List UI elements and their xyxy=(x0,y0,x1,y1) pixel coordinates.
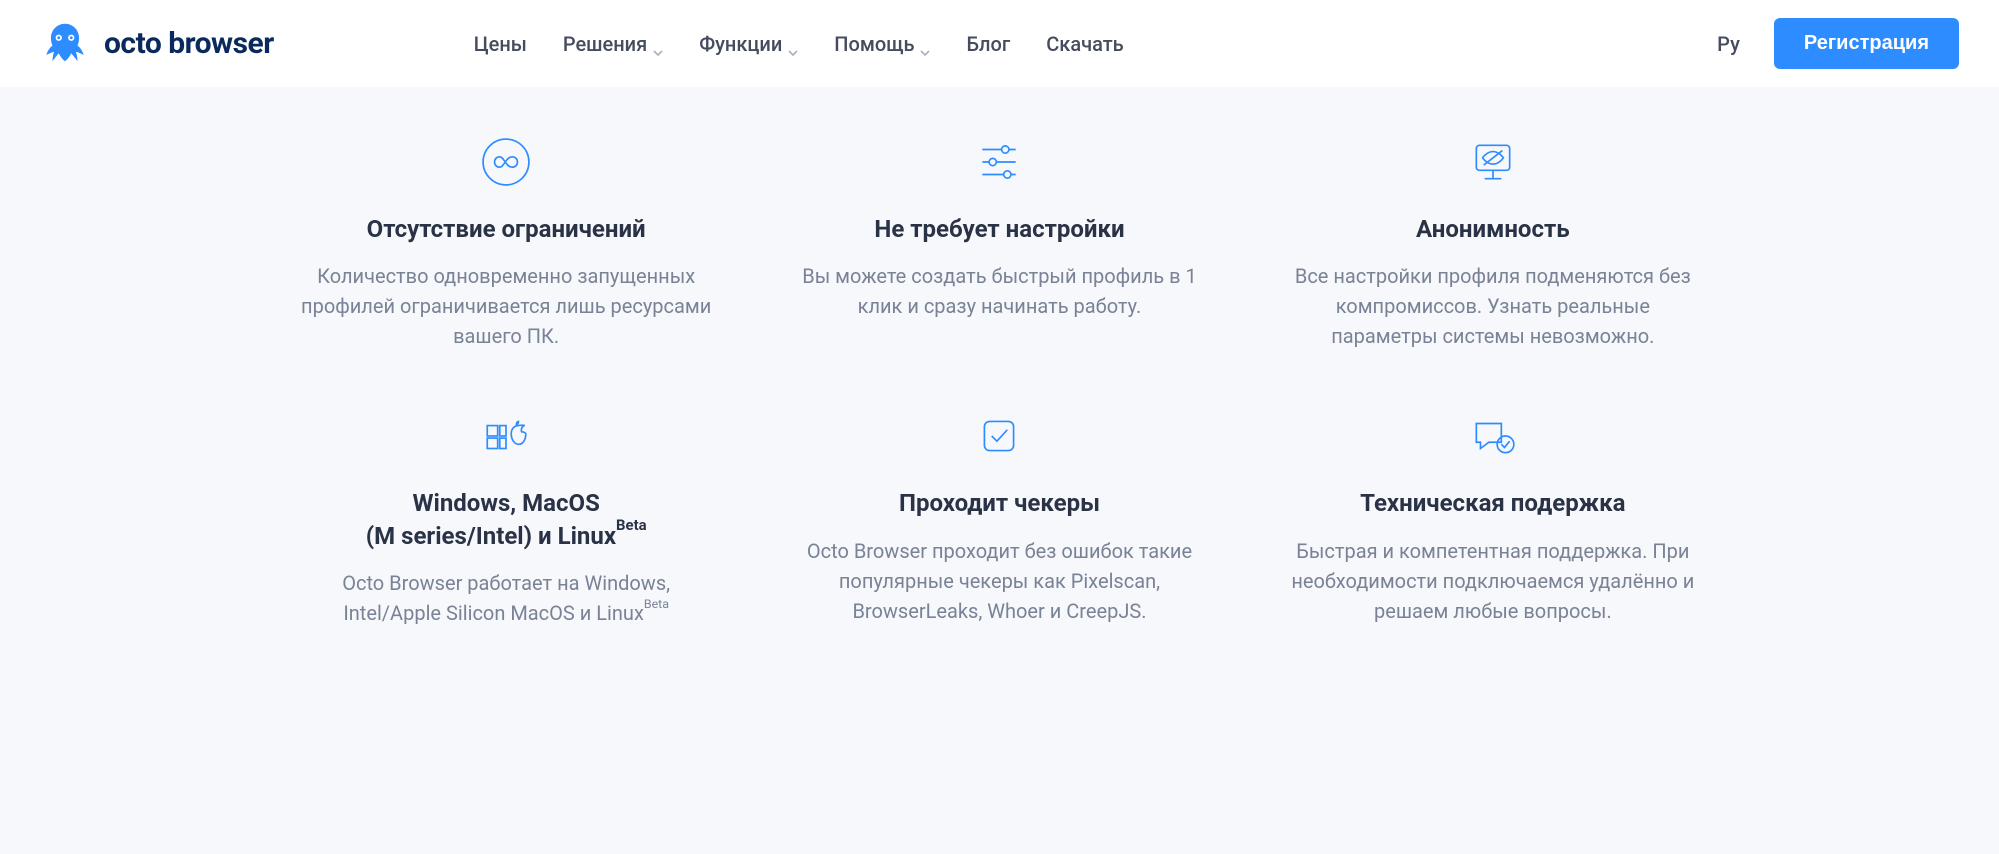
language-selector[interactable]: Ру xyxy=(1717,32,1746,56)
chevron-down-icon xyxy=(788,39,798,49)
nav-label: Помощь xyxy=(834,32,914,56)
anonymity-icon xyxy=(1468,137,1518,187)
logo[interactable]: octo browser xyxy=(40,19,274,69)
nav-label: Скачать xyxy=(1046,32,1123,56)
site-header: octo browser Цены Решения Функции Помощь… xyxy=(0,0,1999,87)
feature-title: Анонимность xyxy=(1416,213,1570,245)
feature-desc: Все настройки профиля подменяются без ко… xyxy=(1283,261,1703,351)
nav-item-download[interactable]: Скачать xyxy=(1046,32,1123,56)
infinity-icon xyxy=(481,137,531,187)
nav-item-blog[interactable]: Блог xyxy=(966,32,1010,56)
feature-title: Техническая подержка xyxy=(1360,487,1625,519)
feature-desc: Количество одновременно запущенных профи… xyxy=(296,261,716,351)
nav-label: Функции xyxy=(699,32,782,56)
feature-desc: Вы можете создать быстрый профиль в 1 кл… xyxy=(789,261,1209,321)
feature-desc: Octo Browser проходит без ошибок такие п… xyxy=(789,536,1209,626)
os-icon xyxy=(481,411,531,461)
nav-label: Блог xyxy=(966,32,1010,56)
feature-support: Техническая подержка Быстрая и компетент… xyxy=(1266,411,1719,628)
support-icon xyxy=(1468,411,1518,461)
main-nav: Цены Решения Функции Помощь Блог Скачать xyxy=(474,32,1124,56)
lang-label: Ру xyxy=(1717,32,1740,56)
feature-no-limits: Отсутствие ограничений Количество одновр… xyxy=(280,137,733,351)
logo-mark-icon xyxy=(40,19,90,69)
nav-item-pricing[interactable]: Цены xyxy=(474,32,527,56)
feature-title: Не требует настройки xyxy=(874,213,1124,245)
feature-anonymity: Анонимность Все настройки профиля подмен… xyxy=(1266,137,1719,351)
feature-os-support: Windows, MacOS(M series/Intel) и LinuxBe… xyxy=(280,411,733,628)
nav-label: Решения xyxy=(563,32,647,56)
feature-title: Отсутствие ограничений xyxy=(367,213,646,245)
header-right: Ру Регистрация xyxy=(1717,18,1959,69)
nav-item-features[interactable]: Функции xyxy=(699,32,798,56)
check-icon xyxy=(974,411,1024,461)
feature-title: Проходит чекеры xyxy=(899,487,1100,519)
nav-label: Цены xyxy=(474,32,527,56)
feature-checkers: Проходит чекеры Octo Browser проходит бе… xyxy=(773,411,1226,628)
features-grid: Отсутствие ограничений Количество одновр… xyxy=(220,87,1780,668)
feature-title: Windows, MacOS(M series/Intel) и LinuxBe… xyxy=(366,487,647,552)
chevron-down-icon xyxy=(653,39,663,49)
nav-item-help[interactable]: Помощь xyxy=(834,32,930,56)
nav-item-solutions[interactable]: Решения xyxy=(563,32,663,56)
sliders-icon xyxy=(974,137,1024,187)
register-button[interactable]: Регистрация xyxy=(1774,18,1959,69)
logo-text: octo browser xyxy=(104,26,274,61)
chevron-down-icon xyxy=(920,39,930,49)
feature-no-setup: Не требует настройки Вы можете создать б… xyxy=(773,137,1226,351)
feature-desc: Octo Browser работает на Windows, Intel/… xyxy=(296,568,716,628)
feature-desc: Быстрая и компетентная поддержка. При не… xyxy=(1283,536,1703,626)
